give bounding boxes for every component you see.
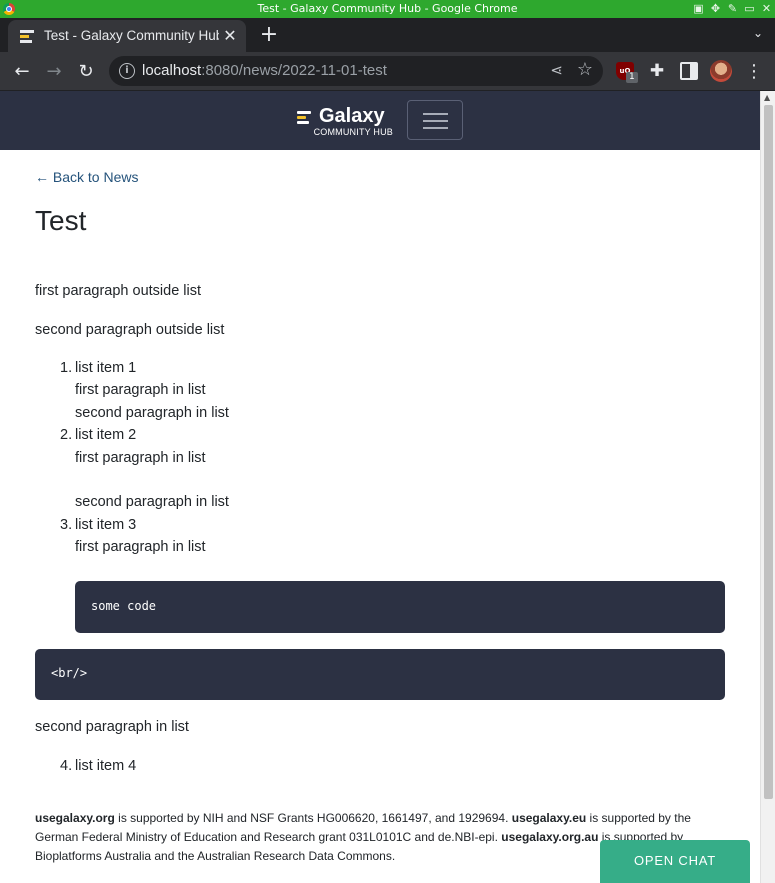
galaxy-logo-mark-icon [297,111,313,124]
list-item-label: list item 2 [75,427,137,443]
paragraph: second paragraph outside list [35,322,225,338]
galaxy-favicon-icon [20,30,34,43]
chrome-menu-icon[interactable]: ⋮ [744,58,764,86]
hamburger-bar [423,127,448,129]
tab-search-chevron-icon[interactable]: ⌄ [753,26,763,40]
code-block: <br/> [35,649,725,700]
paragraph: second paragraph in list [35,719,189,735]
browser-tab-active[interactable]: Test - Galaxy Community Hub ✕ [8,20,246,52]
list-number: 3. [60,517,73,533]
footer-org[interactable]: usegalaxy.eu [512,811,586,825]
site-info-icon[interactable]: i [119,63,135,79]
footer-org[interactable]: usegalaxy.org [35,811,115,825]
list-number: 4. [60,758,73,774]
address-bar[interactable]: i localhost:8080/news/2022-11-01-test ⋖ … [109,56,603,86]
tab-close-icon[interactable]: ✕ [220,26,240,46]
paragraph: first paragraph outside list [35,283,202,299]
url-text[interactable]: localhost:8080/news/2022-11-01-test [142,62,387,79]
list-paragraph: second paragraph in list [75,405,229,421]
page-scrollbar[interactable]: ▲ [760,91,775,883]
list-number: 2. [60,427,73,443]
extensions-puzzle-icon[interactable]: ✚ [648,62,666,80]
hamburger-bar [423,120,448,122]
restore-icon[interactable]: ▣ [692,2,705,15]
ublock-badge: 1 [626,72,638,83]
browser-toolbar: ← → ↻ i localhost:8080/news/2022-11-01-t… [0,52,775,91]
page-viewport: Galaxy COMMUNITY HUB ← Back to News Test… [0,91,760,883]
move-icon[interactable]: ✥ [709,2,722,15]
scrollbar-thumb[interactable] [764,105,773,799]
bookmark-star-icon[interactable]: ☆ [577,59,593,80]
list-paragraph: first paragraph in list [75,450,206,466]
tab-title: Test - Galaxy Community Hub [44,28,219,43]
list-number: 1. [60,360,73,376]
code-text: some code [91,599,157,613]
nav-toggle-button[interactable] [407,100,463,140]
window-title: Test - Galaxy Community Hub - Google Chr… [257,2,518,15]
site-navbar: Galaxy COMMUNITY HUB [0,91,760,150]
back-to-news-link[interactable]: ← Back to News [35,169,138,185]
profile-avatar[interactable] [710,60,732,82]
maximize-icon[interactable]: ▭ [743,2,756,15]
open-chat-button[interactable]: OPEN CHAT [600,840,750,883]
list-paragraph: second paragraph in list [75,494,229,510]
new-tab-button[interactable]: + [256,22,282,48]
scroll-up-icon[interactable]: ▲ [764,93,770,102]
page-title: Test [35,205,87,236]
footer-org[interactable]: usegalaxy.org.au [501,830,598,844]
logo-wordmark: Galaxy [319,105,385,127]
code-text: <br/> [51,666,88,680]
list-item-label: list item 1 [75,360,137,376]
hamburger-bar [423,113,448,115]
tab-strip: Test - Galaxy Community Hub ✕ [0,18,775,52]
footer-text: is supported by NIH and NSF Grants HG006… [114,811,512,825]
forward-arrow-icon[interactable]: → [40,58,68,86]
code-block: some code [75,581,725,633]
side-panel-icon[interactable] [680,62,698,80]
logo-subtitle: COMMUNITY HUB [313,127,393,137]
list-paragraph: first paragraph in list [75,539,206,555]
reload-icon[interactable]: ↻ [72,58,100,86]
close-window-icon[interactable]: ✕ [760,2,773,15]
window-controls: ▣ ✥ ✎ ▭ ✕ [692,2,773,15]
os-title-bar: Test - Galaxy Community Hub - Google Chr… [0,0,775,18]
share-icon[interactable]: ⋖ [550,61,563,79]
list-item-label: list item 3 [75,517,137,533]
back-arrow-icon[interactable]: ← [8,58,36,86]
pin-icon[interactable]: ✎ [726,2,739,15]
list-item-label: list item 4 [75,758,137,774]
list-paragraph: first paragraph in list [75,382,206,398]
galaxy-logo[interactable]: Galaxy COMMUNITY HUB [297,105,393,137]
